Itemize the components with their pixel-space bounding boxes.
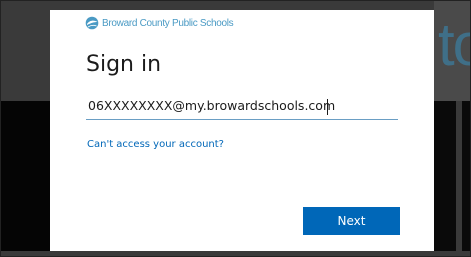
background-stripe: [456, 101, 462, 256]
org-logo: Broward County Public Schools: [85, 16, 234, 30]
email-field[interactable]: [86, 94, 398, 120]
org-name: Broward County Public Schools: [102, 17, 234, 29]
text-caret: [327, 99, 328, 115]
background-bottom: [1, 251, 470, 256]
background-shape: [1, 101, 50, 256]
background-shape: [434, 101, 470, 256]
background-right: to: [434, 1, 470, 256]
background-left: [1, 1, 50, 256]
globe-swirl-icon: [85, 16, 99, 30]
screen-frame: to Broward County Public Schools Sign in…: [0, 0, 471, 257]
next-button[interactable]: Next: [303, 207, 400, 235]
background-partial-text: to: [438, 11, 470, 78]
page-title: Sign in: [86, 52, 162, 77]
cant-access-account-link[interactable]: Can't access your account?: [87, 139, 224, 150]
